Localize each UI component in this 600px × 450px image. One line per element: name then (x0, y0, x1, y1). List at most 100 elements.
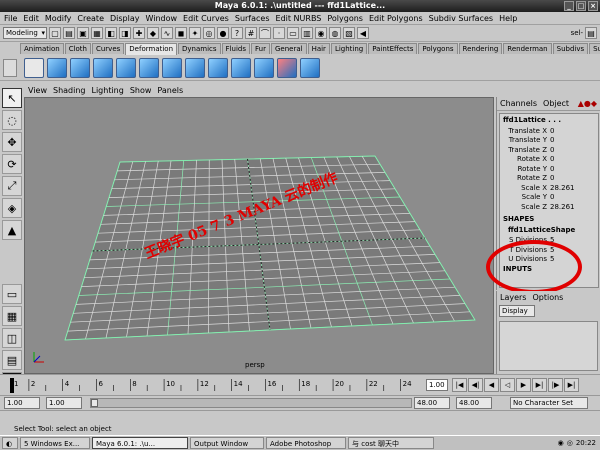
tab-painteffects[interactable]: PaintEffects (368, 43, 418, 54)
render-icon[interactable]: ◉ (315, 27, 327, 39)
play-back-icon[interactable]: ◁ (500, 378, 515, 392)
attr-value[interactable]: 0 (550, 174, 554, 182)
panel-menu-view[interactable]: View (28, 86, 47, 95)
attr-row[interactable]: Translate X0 (500, 126, 598, 136)
select-rendering-icon[interactable]: ● (217, 27, 229, 39)
attr-value[interactable]: 0 (550, 165, 554, 173)
attr-row[interactable]: Translate Z0 (500, 145, 598, 155)
attr-row[interactable]: Scale Z 28.261 (500, 202, 598, 212)
node-name[interactable]: ffd1Lattice . . . (500, 114, 598, 126)
command-line[interactable] (0, 410, 600, 423)
step-forward-key-icon[interactable]: |▶ (548, 378, 563, 392)
cluster-icon[interactable] (47, 58, 67, 78)
mode-select[interactable]: Modeling (3, 27, 47, 39)
panel-menu-lighting[interactable]: Lighting (91, 86, 123, 95)
tab-dynamics[interactable]: Dynamics (178, 43, 221, 54)
show-channel-box-icon[interactable]: ▤ (585, 27, 597, 39)
attr-row[interactable]: Scale X 28.261 (500, 183, 598, 193)
menu-create[interactable]: Create (77, 14, 104, 23)
character-set-select[interactable]: No Character Set (510, 397, 588, 409)
new-scene-icon[interactable]: ▢ (49, 27, 61, 39)
attr-value[interactable]: 0 (550, 136, 554, 144)
range-track[interactable] (90, 398, 412, 408)
time-slider[interactable]: 1 2 4 6 8 10 12 14 16 18 20 22 24 1.00 |◀ ◀| ◀ ◁ ▶ ▶… (0, 374, 600, 395)
tab-animation[interactable]: Animation (20, 43, 64, 54)
panel-menu-show[interactable]: Show (130, 86, 152, 95)
attr-value[interactable]: 28.261 (550, 203, 575, 211)
tab-lighting[interactable]: Lighting (330, 43, 368, 54)
snap-point-icon[interactable]: · (273, 27, 285, 39)
blend-shape-icon[interactable] (70, 58, 90, 78)
menu-display[interactable]: Display (110, 14, 140, 23)
flare-icon[interactable] (162, 58, 182, 78)
jiggle-icon[interactable] (300, 58, 320, 78)
select-surfaces-icon[interactable]: ◼ (175, 27, 187, 39)
layout-icon[interactable]: ◫ (2, 328, 22, 348)
menu-polygons[interactable]: Polygons (327, 14, 363, 23)
wrinkle-icon[interactable] (116, 58, 136, 78)
playback-start-field[interactable]: 1.00 (46, 397, 82, 409)
hierarchy-icon[interactable]: ▦ (91, 27, 103, 39)
lasso-tool-icon[interactable]: ◌ (2, 110, 22, 130)
maximize-button[interactable]: □ (576, 1, 586, 11)
select-misc-icon[interactable]: ? (231, 27, 243, 39)
twist-icon[interactable] (231, 58, 251, 78)
object-mode-icon[interactable]: ◧ (105, 27, 117, 39)
lattice-icon[interactable] (24, 58, 44, 78)
select-dynamics-icon[interactable]: ◎ (203, 27, 215, 39)
start-menu-icon[interactable]: ◐ (2, 437, 18, 449)
tab-fluids[interactable]: Fluids (221, 43, 250, 54)
attr-value[interactable]: 0 (550, 155, 554, 163)
scale-tool-icon[interactable]: ⤢ (2, 176, 22, 196)
attr-value[interactable]: 0 (550, 146, 554, 154)
last-tool-icon[interactable]: ▲ (2, 220, 22, 240)
history-icon[interactable]: ▥ (301, 27, 313, 39)
menu-file[interactable]: File (4, 14, 17, 23)
sculpt-icon[interactable] (277, 58, 297, 78)
menu-edit-nurbs[interactable]: Edit NURBS (276, 14, 322, 23)
bend-icon[interactable] (139, 58, 159, 78)
select-deformers-icon[interactable]: ✦ (189, 27, 201, 39)
menu-subdiv-surfaces[interactable]: Subdiv Surfaces (429, 14, 493, 23)
taskbar-item[interactable]: 5 Windows Ex... (20, 437, 90, 449)
attr-row[interactable]: Rotate Z0 (500, 174, 598, 184)
taskbar-item[interactable]: Output Window (190, 437, 264, 449)
perspective-viewport[interactable]: 王晓宇 05 7 3 MAYA 云的制作 persp (24, 97, 494, 374)
close-button[interactable]: × (588, 1, 598, 11)
rotate-tool-icon[interactable]: ⟳ (2, 154, 22, 174)
tab-surfaces[interactable]: Surfaces (589, 43, 600, 54)
save-scene-icon[interactable]: ▣ (77, 27, 89, 39)
tab-deformation[interactable]: Deformation (125, 43, 178, 55)
snap-curve-icon[interactable]: ⌒ (259, 27, 271, 39)
select-tool-icon[interactable]: ↖ (2, 88, 22, 108)
manipulator-tool-icon[interactable]: ◈ (2, 198, 22, 218)
menu-edit-curves[interactable]: Edit Curves (183, 14, 229, 23)
minimize-button[interactable]: _ (564, 1, 574, 11)
attr-value[interactable]: 28.261 (550, 184, 575, 192)
squash-icon[interactable] (208, 58, 228, 78)
tab-subdivs[interactable]: Subdivs (552, 43, 589, 54)
menu-edit[interactable]: Edit (23, 14, 39, 23)
tab-cloth[interactable]: Cloth (64, 43, 91, 54)
attr-value[interactable]: 0 (550, 193, 554, 201)
layer-display-select[interactable]: Display (499, 305, 535, 317)
tab-curves[interactable]: Curves (91, 43, 125, 54)
tray-icon[interactable]: ◉ (558, 439, 564, 447)
attr-row[interactable]: Rotate Y0 (500, 164, 598, 174)
render-globals-icon[interactable]: ▧ (343, 27, 355, 39)
tab-renderman[interactable]: Renderman (503, 43, 552, 54)
object-menu[interactable]: Object (543, 99, 569, 108)
end-time-field[interactable]: 48.00 (456, 397, 492, 409)
range-thumb[interactable] (91, 399, 98, 407)
tab-polygons[interactable]: Polygons (418, 43, 458, 54)
input-line-icon[interactable]: ◀ (357, 27, 369, 39)
channel-box-icons[interactable]: ▲●◆ (578, 99, 597, 108)
select-curves-icon[interactable]: ∿ (161, 27, 173, 39)
menu-surfaces[interactable]: Surfaces (235, 14, 270, 23)
taskbar-item[interactable]: 与 cost 聊天中 (348, 437, 434, 449)
play-forward-icon[interactable]: ▶ (516, 378, 531, 392)
start-time-field[interactable]: 1.00 (4, 397, 40, 409)
go-to-start-icon[interactable]: |◀ (452, 378, 467, 392)
channels-menu[interactable]: Channels (500, 99, 537, 108)
menu-help[interactable]: Help (499, 14, 517, 23)
